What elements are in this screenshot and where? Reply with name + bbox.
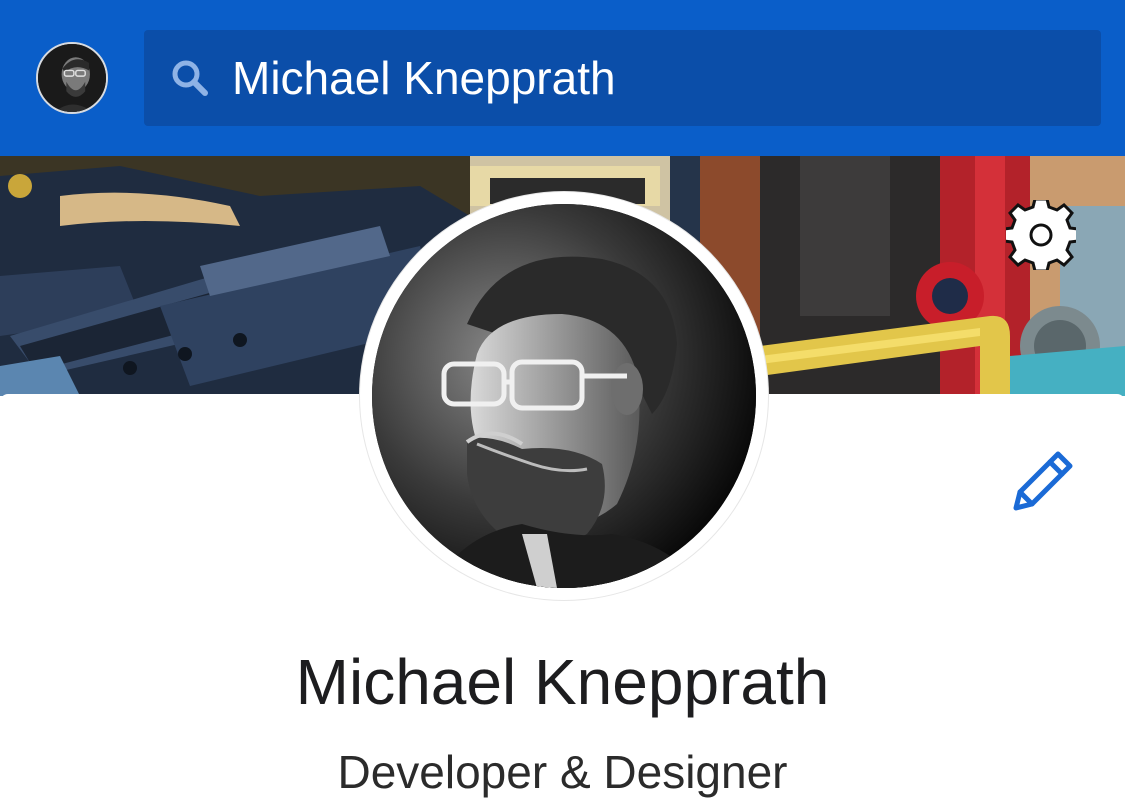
- gear-icon: [1006, 200, 1076, 270]
- account-avatar-image: [38, 44, 106, 112]
- profile-avatar[interactable]: [360, 192, 768, 600]
- profile-avatar-frame: [372, 204, 756, 588]
- top-bar: Michael Knepprath: [0, 0, 1125, 156]
- profile-tagline: Developer & Designer: [337, 746, 788, 798]
- search-field[interactable]: Michael Knepprath: [144, 30, 1101, 126]
- search-icon: [172, 60, 208, 96]
- account-avatar[interactable]: [36, 42, 108, 114]
- search-input[interactable]: Michael Knepprath: [232, 50, 616, 106]
- edit-profile-button[interactable]: [1008, 448, 1076, 516]
- profile-avatar-image: [372, 204, 756, 588]
- pencil-icon: [1013, 451, 1073, 511]
- profile-name: Michael Knepprath: [295, 646, 830, 718]
- settings-button[interactable]: [1006, 200, 1076, 270]
